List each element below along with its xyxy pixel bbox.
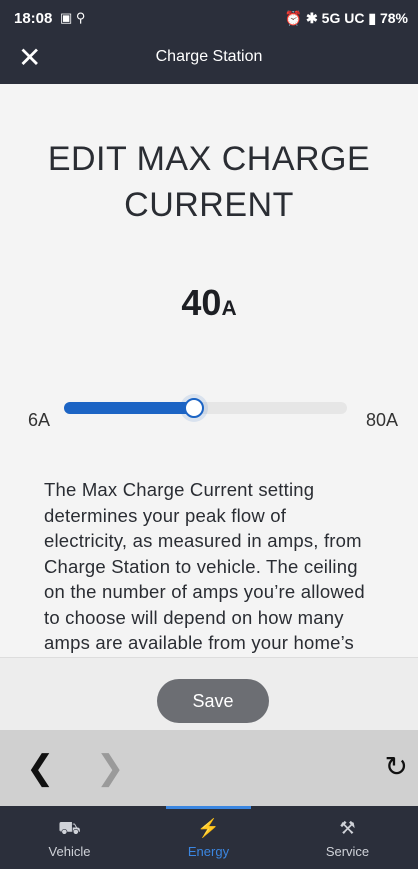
save-button[interactable]: Save bbox=[157, 679, 269, 723]
image-icon: ▣ bbox=[60, 10, 73, 25]
save-bar: Save bbox=[0, 657, 418, 731]
tools-icon: ⚒ bbox=[339, 818, 356, 838]
tab-service[interactable]: ⚒ Service bbox=[278, 806, 417, 869]
description-text: The Max Charge Current setting determine… bbox=[44, 479, 365, 653]
lightning-icon: ⚡ bbox=[197, 818, 220, 838]
browser-nav-bar: ❮ ❯ ↻ bbox=[0, 730, 418, 806]
current-value: 40A bbox=[0, 282, 418, 324]
active-tab-indicator bbox=[166, 806, 251, 809]
slider-min-label: 6A bbox=[28, 410, 51, 430]
tab-vehicle[interactable]: ⛟ Vehicle bbox=[0, 806, 139, 869]
current-value-unit: A bbox=[221, 297, 237, 320]
notification-icons: ▣ ⚲ bbox=[60, 10, 85, 26]
tab-vehicle-label: Vehicle bbox=[48, 844, 91, 859]
key-icon: ⚲ bbox=[75, 10, 86, 25]
slider-max-label: 80A bbox=[365, 410, 398, 430]
slider-fill bbox=[64, 402, 195, 414]
car-icon: ⛟ bbox=[58, 818, 81, 838]
slider-thumb[interactable] bbox=[184, 398, 205, 418]
tab-energy-label: Energy bbox=[187, 844, 230, 859]
forward-icon[interactable]: ❯ bbox=[96, 748, 125, 788]
bluetooth-icon: ✱ bbox=[306, 10, 318, 26]
battery-label: 78% bbox=[379, 10, 408, 26]
main-content: EDIT MAX CHARGE CURRENT 40A 6A 80A The M… bbox=[0, 84, 418, 657]
max-current-slider[interactable] bbox=[64, 398, 347, 418]
heading-line-1: EDIT MAX CHARGE bbox=[47, 140, 371, 178]
alarm-icon: ⏰ bbox=[284, 10, 303, 26]
tab-energy[interactable]: ⚡ Energy bbox=[139, 806, 278, 869]
current-value-number: 40 bbox=[181, 282, 222, 323]
page-title: Charge Station bbox=[155, 48, 263, 65]
app-header: ✕ Charge Station bbox=[0, 38, 418, 84]
signal-icon: ▮ bbox=[368, 10, 377, 26]
status-time: 18:08 bbox=[14, 10, 53, 27]
status-right: ⏰ ✱ 5G UC ▮ 78% bbox=[285, 10, 408, 27]
reload-icon[interactable]: ↻ bbox=[385, 750, 408, 783]
back-icon[interactable]: ❮ bbox=[26, 748, 55, 788]
page-heading: EDIT MAX CHARGE CURRENT bbox=[0, 136, 418, 228]
network-label: 5G UC bbox=[321, 10, 365, 26]
bottom-tab-bar: ⛟ Vehicle ⚡ Energy ⚒ Service bbox=[0, 806, 418, 869]
tab-service-label: Service bbox=[325, 844, 370, 859]
heading-line-2: CURRENT bbox=[124, 186, 294, 224]
status-bar: 18:08 ▣ ⚲ ⏰ ✱ 5G UC ▮ 78% bbox=[0, 0, 418, 38]
